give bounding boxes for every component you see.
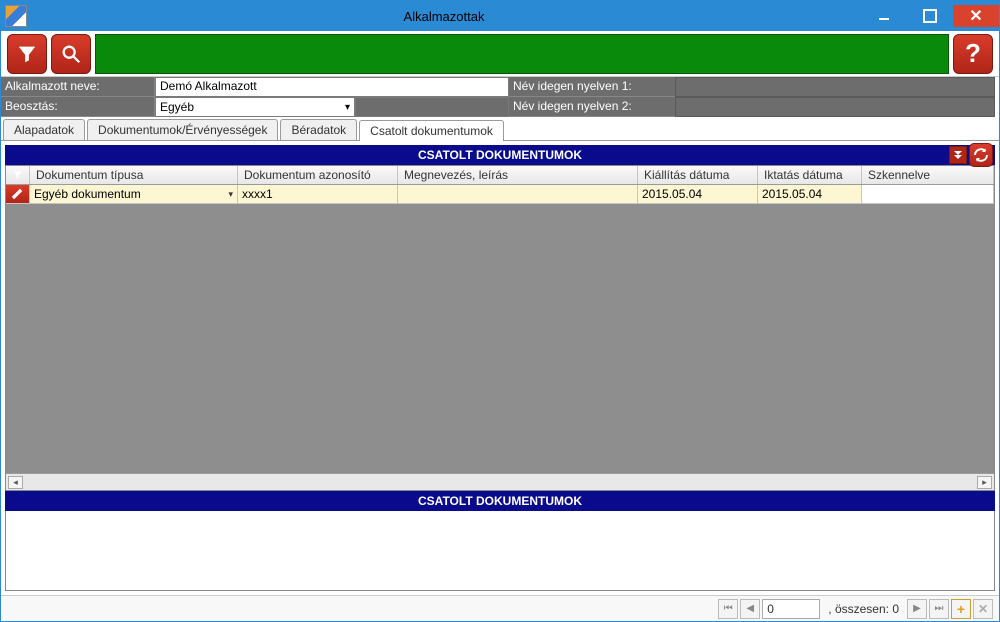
foreign-name2-field[interactable]: [675, 97, 995, 117]
tab-basic-data[interactable]: Alapadatok: [3, 119, 85, 140]
titlebar[interactable]: Alkalmazottak ✕: [1, 1, 999, 31]
funnel-icon: [12, 168, 23, 182]
name-label: Alkalmazott neve:: [1, 77, 155, 97]
panel-header: CSATOLT DOKUMENTUMOK: [5, 145, 995, 165]
nav-delete-button[interactable]: ✕: [973, 599, 993, 619]
cell-doc-type[interactable]: Egyéb dokumentum: [30, 185, 238, 204]
scroll-right-button[interactable]: ▸: [977, 476, 992, 489]
window-title: Alkalmazottak: [27, 9, 861, 24]
search-button[interactable]: [51, 34, 91, 74]
nav-prev-button[interactable]: ◀: [740, 599, 760, 619]
app-icon: [5, 5, 27, 27]
position-extra-field[interactable]: [355, 97, 509, 117]
lower-panel-body: [5, 511, 995, 591]
grid: Dokumentum típusa Dokumentum azonosító M…: [5, 165, 995, 491]
row-edit-marker[interactable]: [6, 185, 30, 204]
cell-desc[interactable]: [398, 185, 638, 204]
col-desc[interactable]: Megnevezés, leírás: [398, 166, 638, 184]
help-button[interactable]: ?: [953, 34, 993, 74]
horizontal-scrollbar[interactable]: ◂ ▸: [6, 473, 994, 490]
tabbar: Alapadatok Dokumentumok/Érvényességek Bé…: [1, 117, 999, 141]
refresh-icon: [972, 146, 990, 164]
col-issue-date[interactable]: Kiállítás dátuma: [638, 166, 758, 184]
lower-panel-header: CSATOLT DOKUMENTUMOK: [5, 491, 995, 511]
minimize-button[interactable]: [861, 5, 907, 27]
cell-doc-id[interactable]: xxxx1: [238, 185, 398, 204]
col-doc-id[interactable]: Dokumentum azonosító: [238, 166, 398, 184]
position-value: Egyéb: [160, 100, 194, 114]
nav-first-button[interactable]: ⏮: [718, 599, 738, 619]
collapse-button[interactable]: [949, 146, 967, 164]
maximize-button[interactable]: [907, 5, 953, 27]
filter-button[interactable]: [7, 34, 47, 74]
navigator-bar: ⏮ ◀ , összesen: 0 ▶ ⏭ + ✕: [1, 595, 999, 621]
nav-current-input[interactable]: [762, 599, 820, 619]
col-scanned[interactable]: Szkennelve: [862, 166, 994, 184]
grid-header-row: Dokumentum típusa Dokumentum azonosító M…: [6, 166, 994, 185]
grid-body[interactable]: Egyéb dokumentum xxxx1 2015.05.04 2015.0…: [6, 185, 994, 473]
grid-filter-button[interactable]: [6, 166, 30, 184]
cell-issue-date[interactable]: 2015.05.04: [638, 185, 758, 204]
position-label: Beosztás:: [1, 97, 155, 117]
form-area: Alkalmazott neve: Demó Alkalmazott Név i…: [1, 77, 999, 117]
foreign-name2-label: Név idegen nyelven 2:: [509, 97, 675, 117]
foreign-name1-field[interactable]: [675, 77, 995, 97]
tab-salary-data[interactable]: Béradatok: [280, 119, 357, 140]
close-button[interactable]: ✕: [953, 5, 999, 27]
nav-next-button[interactable]: ▶: [907, 599, 927, 619]
panel-title: CSATOLT DOKUMENTUMOK: [418, 148, 582, 162]
scroll-left-button[interactable]: ◂: [8, 476, 23, 489]
table-row[interactable]: Egyéb dokumentum xxxx1 2015.05.04 2015.0…: [6, 185, 994, 204]
nav-total-label: , összesen: 0: [822, 602, 905, 616]
foreign-name1-label: Név idegen nyelven 1:: [509, 77, 675, 97]
position-select[interactable]: Egyéb: [155, 97, 355, 117]
status-bar: [95, 34, 949, 74]
tab-documents-validity[interactable]: Dokumentumok/Érvényességek: [87, 119, 278, 140]
pencil-icon: [10, 187, 24, 201]
toolbar: ?: [1, 31, 999, 77]
cell-scanned[interactable]: [862, 185, 994, 204]
magnifier-icon: [60, 43, 82, 65]
nav-last-button[interactable]: ⏭: [929, 599, 949, 619]
lower-panel-title: CSATOLT DOKUMENTUMOK: [418, 494, 582, 508]
refresh-button[interactable]: [969, 143, 993, 167]
cell-reg-date[interactable]: 2015.05.04: [758, 185, 862, 204]
nav-add-button[interactable]: +: [951, 599, 971, 619]
funnel-icon: [16, 43, 38, 65]
collapse-icon: [953, 150, 963, 160]
col-doc-type[interactable]: Dokumentum típusa: [30, 166, 238, 184]
col-reg-date[interactable]: Iktatás dátuma: [758, 166, 862, 184]
name-field[interactable]: Demó Alkalmazott: [155, 77, 509, 97]
tab-attached-documents[interactable]: Csatolt dokumentumok: [359, 120, 504, 141]
